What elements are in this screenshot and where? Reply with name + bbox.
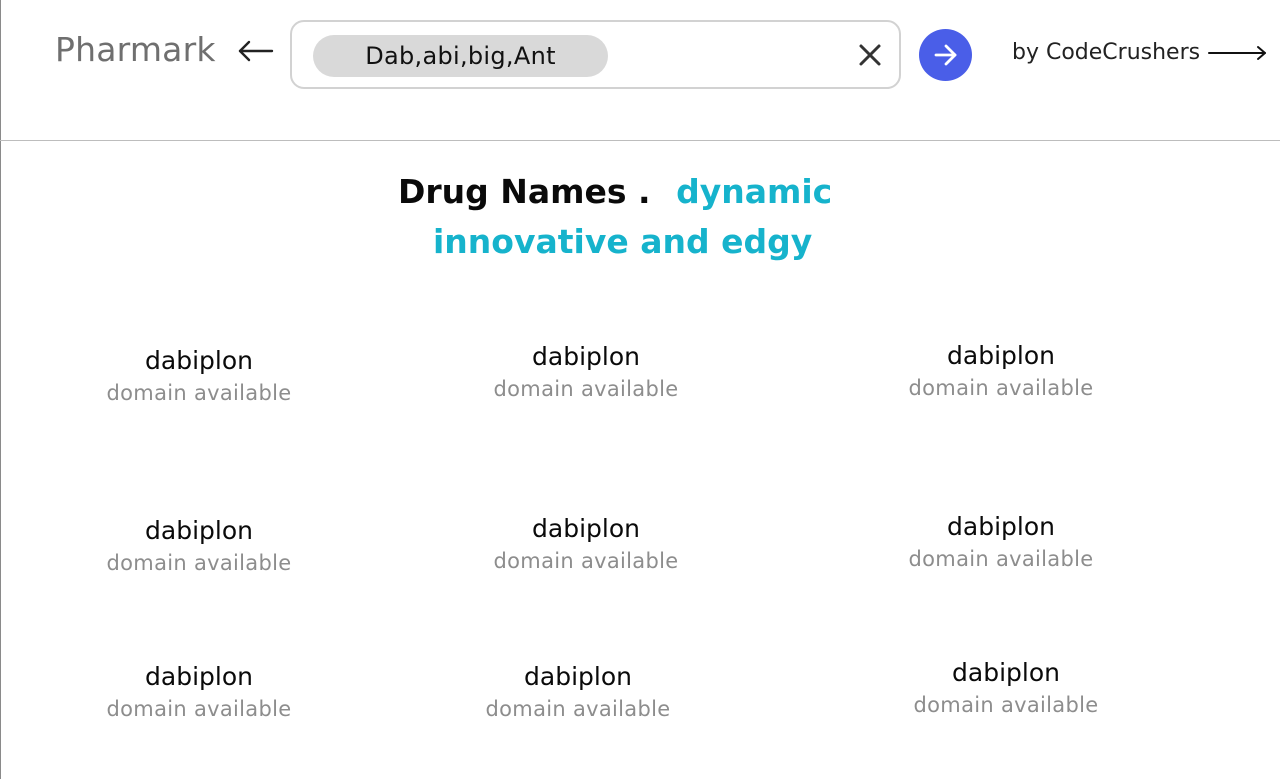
result-card[interactable]: dabiplon domain available — [881, 510, 1121, 574]
result-status: domain available — [493, 377, 679, 401]
result-status: domain available — [106, 381, 292, 405]
result-status: domain available — [908, 376, 1094, 400]
result-name: dabiplon — [947, 512, 1055, 541]
brand-logo[interactable]: Pharmark — [55, 30, 216, 69]
result-status: domain available — [493, 549, 679, 573]
page-title-accent: dynamic — [676, 172, 833, 211]
back-arrow-icon[interactable] — [236, 36, 274, 66]
search-term-chip[interactable]: Dab,abi,big,Ant — [313, 35, 608, 77]
top-bar: Pharmark Dab,abi,big,Ant by CodeCrushers — [0, 0, 1280, 141]
search-submit-button[interactable] — [919, 29, 972, 81]
credit-link[interactable]: by CodeCrushers — [1012, 40, 1268, 65]
result-name: dabiplon — [145, 662, 253, 691]
credit-label: by CodeCrushers — [1012, 40, 1201, 65]
close-icon[interactable] — [857, 42, 883, 68]
result-name: dabiplon — [947, 341, 1055, 370]
result-name: dabiplon — [145, 346, 253, 375]
arrow-right-icon — [934, 44, 956, 66]
result-status: domain available — [485, 697, 671, 721]
page-subtitle: innovative and edgy — [433, 222, 813, 261]
result-card[interactable]: dabiplon domain available — [466, 340, 706, 404]
result-status: domain available — [106, 551, 292, 575]
result-card[interactable]: dabiplon domain available — [881, 339, 1121, 403]
result-name: dabiplon — [532, 514, 640, 543]
result-name: dabiplon — [524, 662, 632, 691]
result-status: domain available — [908, 547, 1094, 571]
page-title-main: Drug Names . — [398, 172, 651, 211]
result-card[interactable]: dabiplon domain available — [79, 344, 319, 408]
result-card[interactable]: dabiplon domain available — [79, 514, 319, 578]
page-title: Drug Names . dynamic — [398, 172, 832, 211]
long-arrow-right-icon — [1208, 45, 1267, 60]
result-name: dabiplon — [952, 658, 1060, 687]
result-status: domain available — [106, 697, 292, 721]
search-input[interactable]: Dab,abi,big,Ant — [290, 20, 901, 89]
result-card[interactable]: dabiplon domain available — [886, 656, 1126, 720]
result-status: domain available — [913, 693, 1099, 717]
result-card[interactable]: dabiplon domain available — [466, 512, 706, 576]
result-card[interactable]: dabiplon domain available — [79, 660, 319, 724]
result-card[interactable]: dabiplon domain available — [458, 660, 698, 724]
result-name: dabiplon — [532, 342, 640, 371]
result-name: dabiplon — [145, 516, 253, 545]
